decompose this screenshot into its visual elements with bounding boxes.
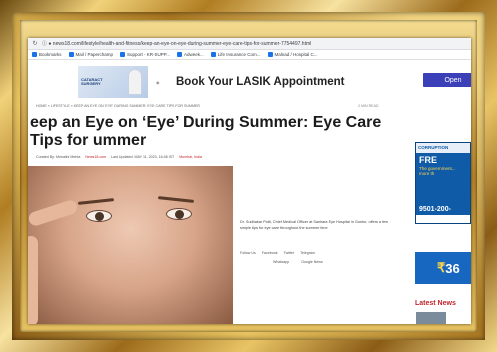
share-telegram[interactable]: Telegram	[300, 251, 315, 255]
share-google-news[interactable]: Google News	[301, 260, 323, 264]
bookmark-item[interactable]: Mail / Paperchamp	[68, 52, 113, 57]
sidebar-ad-headline: FRE	[419, 155, 437, 165]
follow-label: Follow Us	[240, 251, 256, 255]
read-time: 2 MIN READ	[358, 104, 379, 108]
sidebar-ad-corruption[interactable]: CORRUPTION FRE The government... more th…	[415, 142, 471, 224]
share-row: Follow Us Facebook Twitter Telegram	[240, 251, 400, 255]
address-bar[interactable]: ↻ ⓘ ● news18.com/lifestyle/health-and-fi…	[28, 38, 471, 50]
bookmark-item[interactable]: Adweek...	[176, 52, 204, 57]
refresh-icon[interactable]: ↻	[32, 40, 38, 47]
eyebrow	[157, 196, 195, 203]
iris	[175, 210, 184, 219]
bookmark-icon	[32, 52, 37, 57]
article-headline: eep an Eye on ‘Eye’ During Summer: Eye C…	[30, 114, 382, 149]
sidebar-ad-sub: The government... more th	[419, 166, 456, 176]
bookmark-item[interactable]: Bookmarks	[32, 52, 62, 57]
byline-updated: Last Updated: MAY 11, 2023, 16:48 IST	[111, 155, 175, 159]
share-twitter[interactable]: Twitter	[284, 251, 295, 255]
breadcrumb[interactable]: HOME » LIFESTYLE » KEEP AN EYE ON 'EYE' …	[36, 104, 200, 108]
bookmarks-bar: Bookmarks Mail / Paperchamp Support - KR…	[28, 50, 471, 60]
finger	[28, 236, 38, 324]
bookmark-item[interactable]: Malnad / Hospital C...	[267, 52, 318, 57]
browser-screen: ↻ ⓘ ● news18.com/lifestyle/health-and-fi…	[28, 38, 471, 324]
ad-open-button[interactable]: Open	[423, 73, 471, 87]
bookmark-icon	[210, 52, 216, 57]
byline-author[interactable]: Curated By: Mrinalini Mehta	[36, 155, 80, 159]
bookmark-icon	[176, 52, 182, 57]
share-facebook[interactable]: Facebook	[262, 251, 278, 255]
price-value: 36	[445, 260, 460, 276]
eye	[86, 210, 112, 222]
currency-symbol: ₹	[437, 260, 446, 275]
ad-thumb-text: CATARACT SURGERY	[81, 76, 103, 86]
doctor-image	[128, 69, 142, 95]
sidebar-ad-phone: 9501-200-	[419, 206, 451, 213]
byline-source[interactable]: News18.com	[85, 155, 106, 159]
sidebar-ad-top: CORRUPTION	[416, 143, 470, 153]
eyebrow	[77, 198, 115, 205]
latest-news-thumbnail[interactable]	[416, 312, 446, 324]
url-text[interactable]: ⓘ ● news18.com/lifestyle/health-and-fitn…	[42, 40, 467, 47]
iris	[95, 212, 104, 221]
sidebar-ad-footer	[416, 215, 470, 223]
hero-image-woman-eye	[28, 166, 233, 324]
ad-thumbnail: CATARACT SURGERY	[78, 66, 148, 98]
share-row-2: Whatsapp Google News	[273, 260, 323, 264]
bookmark-icon	[68, 52, 74, 57]
sidebar-ad-price[interactable]: ₹36	[415, 252, 471, 284]
byline-location: Mumbai, India	[179, 155, 202, 159]
bookmark-item[interactable]: Support - KR-SUPP...	[120, 52, 170, 57]
lasik-ad-banner[interactable]: CATARACT SURGERY ◉ Book Your LASIK Appoi…	[78, 66, 471, 98]
article-page: CATARACT SURGERY ◉ Book Your LASIK Appoi…	[28, 60, 471, 324]
eye	[166, 208, 192, 220]
ad-title[interactable]: Book Your LASIK Appointment	[176, 76, 344, 88]
bookmark-item[interactable]: Life Insurance Com...	[210, 52, 261, 57]
bookmark-icon	[120, 52, 126, 57]
share-whatsapp[interactable]: Whatsapp	[273, 260, 289, 264]
finger	[28, 198, 79, 228]
latest-news-heading[interactable]: Latest News	[415, 300, 456, 307]
article-byline: Curated By: Mrinalini Mehta News18.com L…	[36, 155, 202, 159]
ad-logo-icon: ◉	[156, 79, 160, 85]
bookmark-icon	[267, 52, 273, 57]
article-summary: Dr. Sudhakar Potti, Chief Medical Office…	[240, 220, 389, 230]
